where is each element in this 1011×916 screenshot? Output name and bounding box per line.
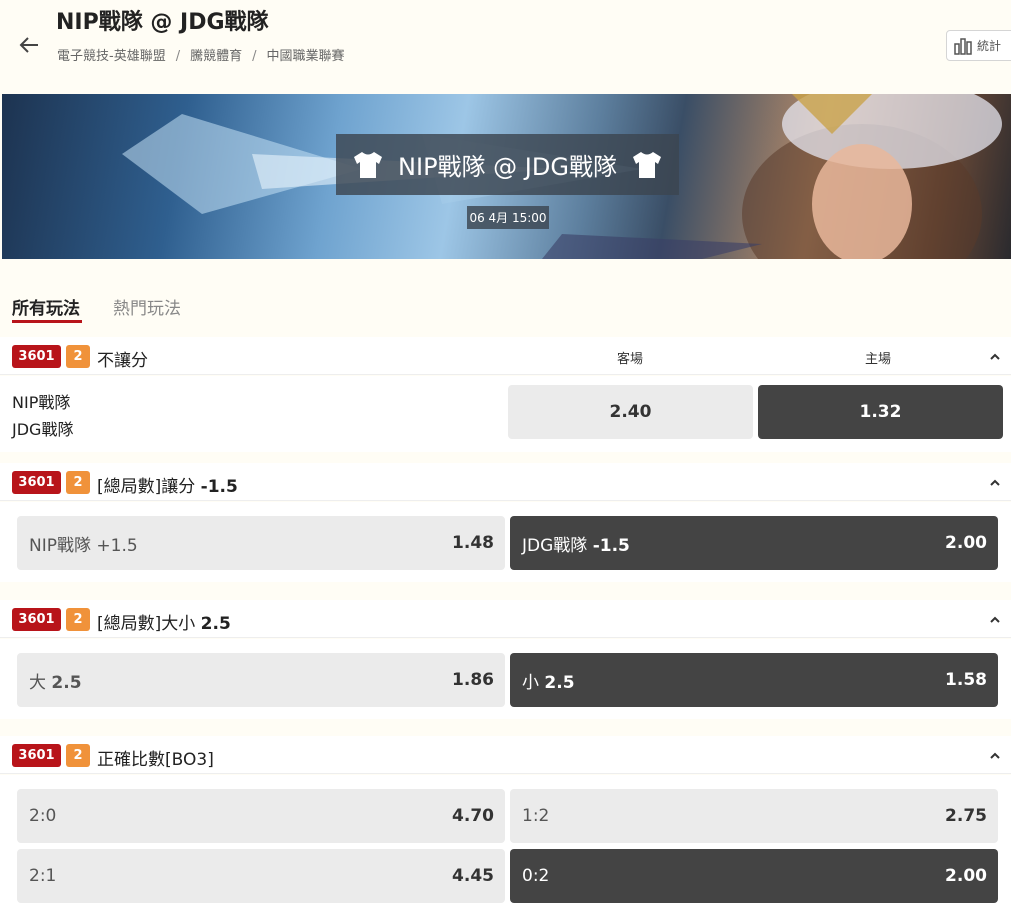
- page-header: NIP戰隊 @ JDG戰隊 電子競技-英雄聯盟 / 騰競體育 / 中國職業聯賽 統計: [0, 0, 1011, 94]
- odds-value: 2.40: [609, 402, 652, 422]
- market-line-value: -1.5: [200, 477, 238, 497]
- market-name: [總局數]讓分 -1.5: [97, 472, 238, 497]
- stats-button[interactable]: 統計: [946, 30, 1011, 61]
- breadcrumb-item-sport[interactable]: 電子競技-英雄聯盟: [57, 49, 166, 64]
- odds-button-away-handicap[interactable]: NIP戰隊 +1.5 1.48: [17, 516, 505, 570]
- market-name: [總局數]大小 2.5: [97, 609, 231, 634]
- odds-label-line: 2.5: [544, 672, 575, 693]
- market-id-badge: 3601: [12, 471, 61, 494]
- market-header-handicap[interactable]: 3601 2 [總局數]讓分 -1.5: [0, 463, 1011, 501]
- odds-button-score-2-1[interactable]: 2:1 4.45: [17, 849, 505, 903]
- tab-all-bets[interactable]: 所有玩法: [12, 294, 80, 319]
- market-name: 正確比數[BO3]: [97, 750, 214, 770]
- column-away: 客場: [617, 352, 644, 367]
- odds-button-over[interactable]: 大 2.5 1.86: [17, 653, 505, 707]
- odds-label-team: JDG戰隊: [522, 535, 588, 556]
- odds-value: 2.00: [945, 533, 987, 553]
- odds-button-score-2-0[interactable]: 2:0 4.70: [17, 789, 505, 843]
- breadcrumb-item-provider[interactable]: 騰競體育: [190, 49, 242, 64]
- match-date: 06 4月 15:00: [467, 206, 549, 229]
- odds-label-team: NIP戰隊: [29, 535, 91, 556]
- odds-value: 4.70: [452, 806, 494, 826]
- odds-label: 2:0: [29, 806, 57, 826]
- market-header-moneyline[interactable]: 3601 2 不讓分 客場 主場: [0, 337, 1011, 375]
- odds-button-score-1-2[interactable]: 1:2 2.75: [510, 789, 998, 843]
- odds-button-home[interactable]: 1.32: [758, 385, 1003, 439]
- market-id-badge: 3601: [12, 345, 61, 368]
- market-header-total[interactable]: 3601 2 [總局數]大小 2.5: [0, 600, 1011, 638]
- market-name: 不讓分: [97, 351, 148, 371]
- odds-value: 1.32: [859, 402, 902, 422]
- market-header-correct-score[interactable]: 3601 2 正確比數[BO3]: [0, 736, 1011, 774]
- market-count-badge: 2: [66, 471, 90, 494]
- odds-label-side: 小: [522, 672, 539, 693]
- market-name-text: [總局數]大小: [97, 614, 196, 634]
- odds-label: NIP戰隊 +1.5: [29, 531, 138, 556]
- odds-label: 小 2.5: [522, 668, 575, 693]
- odds-label-line: +1.5: [96, 535, 138, 556]
- market-body-total: 大 2.5 1.86 小 2.5 1.58: [0, 639, 1011, 719]
- bet-type-tabs: 所有玩法 熱門玩法: [0, 280, 1011, 330]
- odds-value: 1.86: [452, 670, 494, 690]
- odds-label: JDG戰隊 -1.5: [522, 531, 630, 556]
- odds-label: 0:2: [522, 866, 550, 886]
- bar-chart-icon: [954, 37, 972, 55]
- collapse-caret-icon[interactable]: [988, 612, 1002, 626]
- market-name-text: [總局數]讓分: [97, 477, 196, 497]
- active-tab-indicator: [12, 320, 82, 323]
- back-arrow-icon[interactable]: [18, 34, 40, 56]
- market-body-moneyline: NIP戰隊 JDG戰隊 2.40 1.32: [0, 376, 1011, 452]
- market-body-correct-score: 2:0 4.70 1:2 2.75 2:1 4.45 0:2 2.00: [0, 775, 1011, 916]
- odds-button-under[interactable]: 小 2.5 1.58: [510, 653, 998, 707]
- odds-label: 1:2: [522, 806, 550, 826]
- odds-value: 4.45: [452, 866, 494, 886]
- stats-label: 統計: [977, 39, 1002, 53]
- team-name-home: JDG戰隊: [12, 420, 74, 439]
- home-jersey-icon: [354, 151, 383, 178]
- match-title: NIP戰隊 @ JDG戰隊: [56, 10, 269, 35]
- tab-popular-bets[interactable]: 熱門玩法: [113, 294, 181, 319]
- market-count-badge: 2: [66, 744, 90, 767]
- banner-title-box: NIP戰隊 @ JDG戰隊: [336, 134, 679, 195]
- collapse-caret-icon[interactable]: [988, 349, 1002, 363]
- match-banner: NIP戰隊 @ JDG戰隊 06 4月 15:00: [2, 94, 1011, 259]
- odds-label-line: 2.5: [51, 672, 82, 693]
- market-id-badge: 3601: [12, 608, 61, 631]
- market-body-handicap: NIP戰隊 +1.5 1.48 JDG戰隊 -1.5 2.00: [0, 502, 1011, 582]
- odds-value: 2.00: [945, 866, 987, 886]
- odds-label: 大 2.5: [29, 668, 82, 693]
- collapse-caret-icon[interactable]: [988, 475, 1002, 489]
- breadcrumb-item-league[interactable]: 中國職業聯賽: [267, 49, 345, 64]
- column-home: 主場: [865, 352, 892, 367]
- banner-title: NIP戰隊 @ JDG戰隊: [398, 153, 617, 181]
- market-id-badge: 3601: [12, 744, 61, 767]
- odds-button-score-0-2[interactable]: 0:2 2.00: [510, 849, 998, 903]
- odds-value: 1.48: [452, 533, 494, 553]
- collapse-caret-icon[interactable]: [988, 748, 1002, 762]
- market-line-value: 2.5: [200, 614, 231, 634]
- market-count-badge: 2: [66, 345, 90, 368]
- odds-label-line: -1.5: [592, 535, 630, 556]
- odds-label-side: 大: [29, 672, 46, 693]
- odds-button-home-handicap[interactable]: JDG戰隊 -1.5 2.00: [510, 516, 998, 570]
- team-name-away: NIP戰隊: [12, 393, 71, 412]
- breadcrumb: 電子競技-英雄聯盟 / 騰競體育 / 中國職業聯賽: [57, 49, 345, 64]
- away-jersey-icon: [632, 151, 661, 178]
- market-count-badge: 2: [66, 608, 90, 631]
- odds-value: 1.58: [945, 670, 987, 690]
- odds-button-away[interactable]: 2.40: [508, 385, 753, 439]
- odds-value: 2.75: [945, 806, 987, 826]
- odds-label: 2:1: [29, 866, 57, 886]
